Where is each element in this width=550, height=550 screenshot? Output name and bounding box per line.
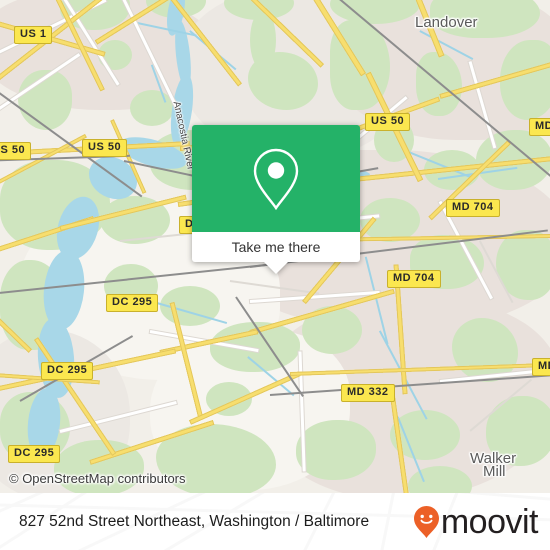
park: [500, 40, 550, 120]
highway-shield-dc295: DC 295: [106, 294, 159, 312]
footer-content: 827 52nd Street Northeast, Washington / …: [0, 493, 550, 550]
map-pin-icon: [253, 148, 299, 211]
highway-shield-md704: MD 704: [387, 270, 441, 288]
moovit-smiley-pin-icon: [413, 505, 439, 538]
highway-shield-us50: US 50: [0, 142, 32, 160]
highway-shield-us1: US 1: [14, 26, 53, 44]
place-label-landover: Landover: [415, 14, 478, 31]
highway-shield-dc295: DC 295: [8, 445, 61, 463]
moovit-wordmark: moovit: [440, 502, 539, 541]
park: [296, 420, 376, 480]
highway-shield-md: MD: [532, 358, 550, 376]
footer-bar: 827 52nd Street Northeast, Washington / …: [0, 493, 550, 550]
take-me-there-callout[interactable]: Take me there: [192, 125, 360, 274]
highway-shield-md332: MD 332: [341, 384, 395, 402]
callout-pointer: [263, 261, 289, 274]
highway-shield-md: MD: [529, 118, 550, 136]
callout-action-bar[interactable]: Take me there: [192, 232, 360, 262]
take-me-there-label: Take me there: [231, 239, 321, 255]
highway-shield-us50: US 50: [82, 139, 128, 157]
moovit-brand[interactable]: moovit: [413, 502, 539, 541]
address-label: 827 52nd Street Northeast, Washington / …: [19, 512, 370, 530]
highway-shield-md704: MD 704: [446, 199, 500, 217]
callout-header: [192, 125, 360, 232]
map-screenshot: Anacostia River Landover Walker Mill US …: [0, 0, 550, 550]
osm-attribution[interactable]: © OpenStreetMap contributors: [9, 471, 186, 486]
park: [130, 90, 174, 126]
map-canvas[interactable]: Anacostia River Landover Walker Mill US …: [0, 0, 550, 493]
highway-shield-us50: US 50: [365, 113, 411, 131]
place-label-mill: Mill: [483, 463, 506, 480]
highway-shield-dc295: DC 295: [41, 362, 94, 380]
